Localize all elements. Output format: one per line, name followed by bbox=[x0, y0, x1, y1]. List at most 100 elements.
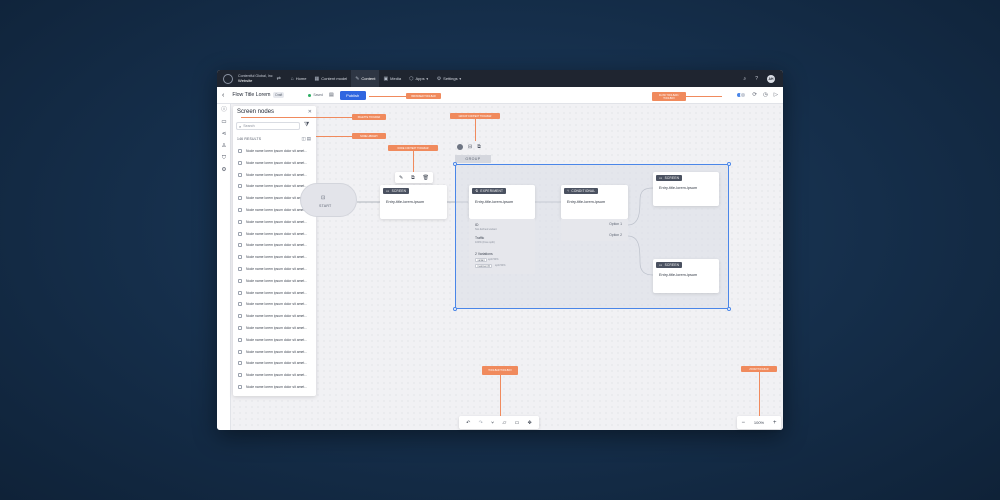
list-item[interactable]: Node name lorem ipsum dolor sit amet... bbox=[236, 253, 313, 261]
comment-icon[interactable]: ▭ bbox=[220, 118, 228, 126]
list-item[interactable]: Node name lorem ipsum dolor sit amet... bbox=[236, 182, 313, 190]
list-item-label: Node name lorem ipsum dolor sit amet... bbox=[246, 314, 308, 319]
list-item[interactable]: Node name lorem ipsum dolor sit amet... bbox=[236, 324, 313, 332]
nav-content[interactable]: ✎ Content bbox=[351, 70, 380, 87]
org-logo[interactable] bbox=[223, 73, 233, 84]
list-item-label: Node name lorem ipsum dolor sit amet... bbox=[246, 255, 308, 260]
ungroup-icon[interactable]: ⧉ bbox=[477, 144, 481, 150]
info-icon[interactable]: ⓘ bbox=[220, 106, 228, 114]
list-item[interactable]: Node name lorem ipsum dolor sit amet... bbox=[236, 171, 313, 179]
back-arrow-icon[interactable]: ‹ bbox=[222, 92, 224, 99]
list-item[interactable]: Node name lorem ipsum dolor sit amet... bbox=[236, 265, 313, 273]
flow-title[interactable]: Flow Title Lorem bbox=[232, 92, 270, 98]
list-item-label: Node name lorem ipsum dolor sit amet... bbox=[246, 219, 308, 224]
list-item[interactable]: Node name lorem ipsum dolor sit amet... bbox=[236, 371, 313, 379]
avatar[interactable]: AH bbox=[767, 74, 775, 83]
view-toggle-icon[interactable]: ◫▤ bbox=[301, 136, 312, 142]
palette-icon[interactable]: ✥ bbox=[528, 420, 532, 426]
connector-icon[interactable]: ⑂ bbox=[491, 420, 494, 426]
node-entry-title: Entry-title-lorem-ipsum bbox=[386, 200, 425, 204]
org-switcher[interactable]: Contentful Global, Inc Website bbox=[238, 74, 273, 83]
node-icon bbox=[238, 290, 242, 295]
option-2[interactable]: Option 2 bbox=[609, 233, 622, 237]
resize-handle[interactable] bbox=[727, 307, 731, 311]
tag-label: SCREEN bbox=[391, 189, 407, 193]
undo-icon[interactable]: ↶ bbox=[466, 420, 470, 426]
experiment-traffic: Traffic bbox=[475, 236, 485, 240]
resize-handle[interactable] bbox=[727, 162, 731, 166]
delete-icon[interactable]: 🗑 bbox=[423, 175, 429, 181]
node-icon bbox=[238, 314, 242, 319]
nav-content-model[interactable]: ▦ Content model bbox=[310, 70, 351, 87]
list-item[interactable]: Node name lorem ipsum dolor sit amet... bbox=[236, 147, 313, 155]
list-item[interactable]: Node name lorem ipsum dolor sit amet... bbox=[236, 277, 313, 285]
node-type-tag: ▭ SCREEN bbox=[383, 188, 410, 194]
close-icon[interactable]: ✕ bbox=[308, 109, 312, 115]
list-item[interactable]: Node name lorem ipsum dolor sit amet... bbox=[236, 383, 313, 391]
list-item[interactable]: Node name lorem ipsum dolor sit amet... bbox=[236, 336, 313, 344]
experiment-node[interactable]: ⚗ EXPERIMENT Entry-title-lorem-ipsum bbox=[469, 185, 535, 219]
zoom-out-button[interactable]: − bbox=[741, 420, 745, 426]
nav-label: Apps bbox=[415, 76, 425, 81]
option-1[interactable]: Option 1 bbox=[609, 222, 622, 226]
filter-icon[interactable]: ⧩ bbox=[304, 122, 309, 129]
nav-home[interactable]: ⌂ Home bbox=[287, 70, 311, 87]
user-icon[interactable]: ♙ bbox=[220, 142, 228, 150]
search-icon[interactable]: ⌕ bbox=[743, 76, 746, 82]
publish-button[interactable]: Publish bbox=[339, 90, 366, 100]
group-label[interactable]: GROUP bbox=[455, 155, 491, 163]
list-item[interactable]: Node name lorem ipsum dolor sit amet... bbox=[236, 241, 313, 249]
screen-node[interactable]: ▭ SCREEN Entry-title-lorem-ipsum bbox=[653, 172, 719, 206]
list-item-label: Node name lorem ipsum dolor sit amet... bbox=[246, 231, 308, 236]
duplicate-icon[interactable]: ⧉ bbox=[411, 175, 415, 181]
branch-icon: ⑂ bbox=[567, 189, 570, 193]
history-icon[interactable]: ◷ bbox=[763, 92, 768, 98]
conditional-node[interactable]: ⑂ CONDITIONAL Entry-title-lorem-ipsum bbox=[561, 185, 628, 219]
resize-handle[interactable] bbox=[453, 307, 457, 311]
list-item-label: Node name lorem ipsum dolor sit amet... bbox=[246, 184, 308, 189]
list-item[interactable]: Node name lorem ipsum dolor sit amet... bbox=[236, 159, 313, 167]
saved-dot-icon bbox=[308, 93, 312, 97]
zoom-level[interactable]: 100% bbox=[754, 420, 764, 425]
screen-node[interactable]: ▭ SCREEN Entry-title-lorem-ipsum bbox=[380, 185, 447, 219]
browser-toolbar: ⟳ ◷ ▷ bbox=[736, 92, 778, 98]
list-item[interactable]: Node name lorem ipsum dolor sit amet... bbox=[236, 289, 313, 297]
settings-icon[interactable]: ⚙ bbox=[220, 166, 228, 174]
list-item[interactable]: Node name lorem ipsum dolor sit amet... bbox=[236, 230, 313, 238]
list-item[interactable]: Node name lorem ipsum dolor sit amet... bbox=[236, 218, 313, 226]
screen-icon: ▭ bbox=[659, 176, 663, 180]
resize-handle[interactable] bbox=[453, 162, 457, 166]
nav-right: ⌕ ? AH bbox=[743, 74, 779, 83]
list-item[interactable]: Node name lorem ipsum dolor sit amet... bbox=[236, 359, 313, 367]
play-icon[interactable]: ▷ bbox=[774, 92, 778, 98]
note-icon[interactable]: ▱ bbox=[502, 420, 506, 426]
color-picker-icon[interactable] bbox=[457, 143, 463, 150]
search-input[interactable]: ⌕ Search bbox=[236, 122, 300, 130]
start-node[interactable]: ⊡ START bbox=[300, 183, 357, 217]
save-icon[interactable]: ▤ bbox=[329, 92, 334, 98]
chevron-down-icon: ▼ bbox=[425, 76, 429, 81]
toggle-icon[interactable]: ⊟ bbox=[468, 144, 472, 150]
screen-node[interactable]: ▭ SCREEN Entry-title-lorem-ipsum bbox=[653, 259, 719, 293]
redo-icon[interactable]: ↷ bbox=[479, 420, 483, 426]
share-icon[interactable]: ⋖ bbox=[220, 130, 228, 138]
edit-icon[interactable]: ✎ bbox=[399, 175, 403, 181]
list-item[interactable]: Node name lorem ipsum dolor sit amet... bbox=[236, 312, 313, 320]
shield-icon[interactable]: ⛉ bbox=[220, 154, 228, 162]
list-item[interactable]: Node name lorem ipsum dolor sit amet... bbox=[236, 348, 313, 356]
zoom-in-button[interactable]: + bbox=[773, 420, 777, 426]
nav-media[interactable]: ▣ Media bbox=[379, 70, 405, 87]
variation-chip: variant bbox=[475, 258, 488, 262]
nav-settings[interactable]: ⚙ Settings ▼ bbox=[433, 70, 466, 87]
list-item[interactable]: Node name lorem ipsum dolor sit amet... bbox=[236, 300, 313, 308]
help-icon[interactable]: ? bbox=[755, 76, 758, 82]
refresh-icon[interactable]: ⟳ bbox=[752, 92, 757, 98]
list-item-label: Node name lorem ipsum dolor sit amet... bbox=[246, 196, 308, 201]
saved-label: Saved bbox=[313, 93, 323, 97]
nav-apps[interactable]: ⬡ Apps ▼ bbox=[405, 70, 433, 87]
collaborators[interactable] bbox=[736, 92, 747, 98]
frame-icon[interactable]: ▭ bbox=[515, 420, 520, 426]
annotation-line bbox=[759, 372, 760, 416]
switch-icon[interactable]: ⇄ bbox=[277, 76, 281, 82]
node-icon bbox=[238, 385, 242, 389]
